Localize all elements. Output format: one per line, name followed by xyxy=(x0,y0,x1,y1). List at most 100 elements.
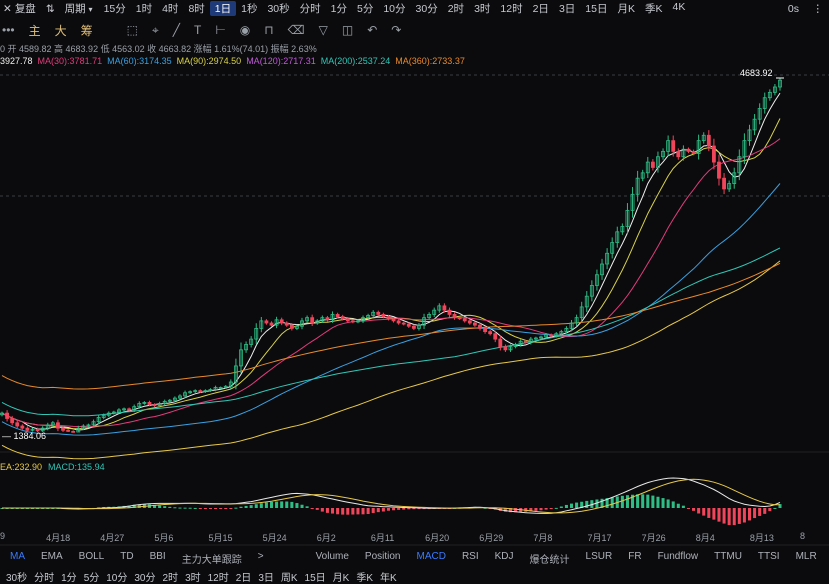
bottom-timeframe[interactable]: 30秒 xyxy=(6,569,27,584)
bottom-timeframe[interactable]: 1分 xyxy=(61,569,77,584)
x-tick-label: 6月2 xyxy=(316,533,336,543)
x-tick-label: 5月15 xyxy=(208,533,233,543)
sub-indicator-tab[interactable]: FR xyxy=(628,551,641,566)
main-indicator-tab[interactable]: BOLL xyxy=(79,551,105,566)
candle-body xyxy=(462,318,467,322)
sub-indicator-tab[interactable]: 爆仓统计 xyxy=(530,551,570,566)
bottom-timeframe[interactable]: 12时 xyxy=(208,569,229,584)
candle-body xyxy=(284,322,289,326)
candle-body xyxy=(20,425,25,429)
main-indicator-tab[interactable]: > xyxy=(258,551,264,566)
candle-body xyxy=(452,314,457,319)
sub-indicator-tab[interactable]: TTSI xyxy=(758,551,780,566)
macd-histogram-bar xyxy=(585,500,589,508)
macd-histogram-bar xyxy=(320,508,324,512)
bottom-timeframe[interactable]: 3时 xyxy=(185,569,201,584)
candle-body xyxy=(650,161,655,168)
macd-histogram-bar xyxy=(753,508,757,519)
bottom-timeframe[interactable]: 季K xyxy=(356,569,373,584)
bottom-timeframe[interactable]: 2日 xyxy=(236,569,252,584)
candle-body xyxy=(325,317,330,321)
macd-histogram-bar xyxy=(315,508,319,510)
main-indicator-tab[interactable]: 主力大单跟踪 xyxy=(182,551,242,566)
main-indicator-tab[interactable]: TD xyxy=(120,551,133,566)
candle-body xyxy=(279,319,284,324)
candle-body xyxy=(56,422,60,429)
macd-histogram-bar xyxy=(666,499,670,508)
bottom-timeframe[interactable]: 周K xyxy=(281,569,298,584)
bottom-timeframe[interactable]: 2时 xyxy=(163,569,179,584)
sub-indicator-tab[interactable]: MLR xyxy=(796,551,817,566)
bottom-timeframe[interactable]: 5分 xyxy=(84,569,100,584)
sub-indicator-tab[interactable]: KDJ xyxy=(495,551,514,566)
macd-histogram-bar xyxy=(295,503,299,508)
candle-body xyxy=(147,401,152,405)
macd-histogram-bar xyxy=(366,508,370,515)
macd-histogram-bar xyxy=(183,507,187,509)
price-chart[interactable]: 4683.92 — 1384.06 xyxy=(0,0,829,584)
macd-histogram-bar xyxy=(564,504,568,508)
x-tick-label: 5月6 xyxy=(154,533,174,543)
macd-histogram-bar xyxy=(742,508,746,523)
candle-body xyxy=(10,418,15,424)
candle-body xyxy=(269,322,274,326)
sub-indicator-tab[interactable]: Volume xyxy=(316,551,349,566)
bottom-timeframe[interactable]: 年K xyxy=(380,569,397,584)
macd-histogram-bar xyxy=(676,503,680,508)
macd-histogram-bar xyxy=(737,508,741,524)
macd-histogram-bar xyxy=(646,494,650,508)
bottom-timeframe[interactable]: 30分 xyxy=(134,569,155,584)
macd-histogram-bar xyxy=(214,508,218,509)
macd-histogram-bar xyxy=(671,501,675,508)
macd-histogram-bar xyxy=(193,507,197,509)
macd-histogram-bar xyxy=(697,508,701,514)
sub-indicator-tab[interactable]: RSI xyxy=(462,551,479,566)
bottom-timeframe[interactable]: 15日 xyxy=(305,569,326,584)
candle-body xyxy=(488,331,493,335)
candle-body xyxy=(406,323,411,327)
bottom-timeframe[interactable]: 月K xyxy=(333,569,350,584)
macd-histogram-bar xyxy=(381,508,385,512)
macd-histogram-bar xyxy=(570,503,574,508)
sub-indicator-tab[interactable]: TTMU xyxy=(714,551,742,566)
macd-histogram-bar xyxy=(203,508,207,509)
macd-histogram-bar xyxy=(300,504,304,508)
candle-body xyxy=(345,318,350,322)
macd-histogram-bar xyxy=(336,508,340,515)
macd-histogram-bar xyxy=(575,502,579,508)
x-tick-label: 7月17 xyxy=(587,533,612,543)
sub-indicator-tab[interactable]: Fundflow xyxy=(658,551,699,566)
macd-histogram-bar xyxy=(325,508,329,513)
macd-histogram-bar xyxy=(681,505,685,508)
bottom-timeframe[interactable]: 分时 xyxy=(34,569,54,584)
sub-indicator-tab[interactable]: MACD xyxy=(417,551,446,566)
macd-histogram-bar xyxy=(539,508,543,511)
x-tick-label: 6月20 xyxy=(425,533,450,543)
candle-body xyxy=(198,390,203,393)
macd-histogram-bar xyxy=(290,501,294,508)
macd-histogram-bar xyxy=(188,507,192,509)
bottom-timeframe[interactable]: 3日 xyxy=(258,569,274,584)
x-tick-label: 8月4 xyxy=(695,533,715,543)
macd-histogram-bar xyxy=(554,507,558,509)
macd-histogram-bar xyxy=(178,507,182,509)
main-indicator-tab[interactable]: MA xyxy=(10,551,25,566)
sub-indicator-tab[interactable]: LSUR xyxy=(586,551,613,566)
candle-body xyxy=(447,309,452,315)
main-indicator-tab[interactable]: BBI xyxy=(150,551,166,566)
macd-histogram-bar xyxy=(239,506,243,508)
x-tick-label: 5月24 xyxy=(262,533,287,543)
macd-histogram-bar xyxy=(763,508,767,514)
moving-average-line xyxy=(1,262,781,390)
main-indicator-tab[interactable]: EMA xyxy=(41,551,63,566)
candle-body xyxy=(386,316,391,320)
macd-histogram-bar xyxy=(331,508,335,514)
macd-histogram-bar xyxy=(559,506,563,508)
candle-body xyxy=(706,134,711,147)
macd-histogram-bar xyxy=(346,508,350,515)
sub-indicator-tab[interactable]: Position xyxy=(365,551,401,566)
macd-legend-item: MACD:135.94 xyxy=(48,462,105,472)
macd-histogram-bar xyxy=(305,506,309,508)
indicator-tabs: MA EMA BOLL TD BBI 主力大单跟踪 > Volume Position MACD… xyxy=(0,550,829,567)
bottom-timeframe[interactable]: 10分 xyxy=(106,569,127,584)
